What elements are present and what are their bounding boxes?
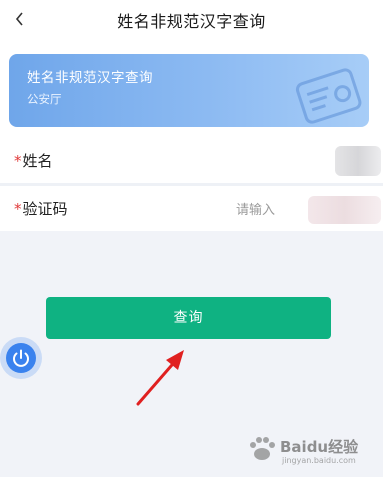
id-card-icon — [295, 68, 362, 124]
paw-logo-icon — [250, 437, 275, 460]
captcha-field-label: *验证码 — [14, 198, 68, 219]
name-label-text: 姓名 — [22, 152, 53, 170]
watermark-logo-text: Baidu经验 — [280, 438, 359, 456]
service-title: 姓名非规范汉字查询 — [27, 70, 153, 86]
required-mark: * — [14, 200, 22, 218]
hero-section: 姓名非规范汉字查询 公安厅 — [0, 42, 383, 138]
captcha-field-row[interactable]: *验证码 请输入 — [0, 186, 383, 231]
required-mark: * — [14, 152, 22, 170]
name-input[interactable] — [335, 146, 381, 176]
captcha-label-text: 验证码 — [22, 200, 68, 218]
watermark-url: jingyan.baidu.com — [282, 456, 356, 465]
query-button[interactable]: 查询 — [46, 297, 331, 339]
red-arrow-annotation — [136, 350, 184, 406]
baidu-watermark: Baidu经验 jingyan.baidu.com — [246, 428, 382, 474]
captcha-input[interactable]: 请输入 — [236, 199, 306, 218]
service-banner: 姓名非规范汉字查询 公安厅 — [9, 54, 369, 127]
name-field-label: *姓名 — [14, 150, 53, 171]
service-provider: 公安厅 — [27, 92, 62, 106]
page-title: 姓名非规范汉字查询 — [117, 12, 266, 31]
floating-power-button[interactable] — [0, 337, 42, 379]
power-button-core[interactable] — [6, 343, 36, 373]
captcha-image[interactable] — [308, 196, 381, 224]
name-field-row[interactable]: *姓名 — [0, 138, 383, 183]
power-icon — [13, 349, 29, 367]
top-bar: 姓名非规范汉字查询 — [0, 0, 383, 42]
